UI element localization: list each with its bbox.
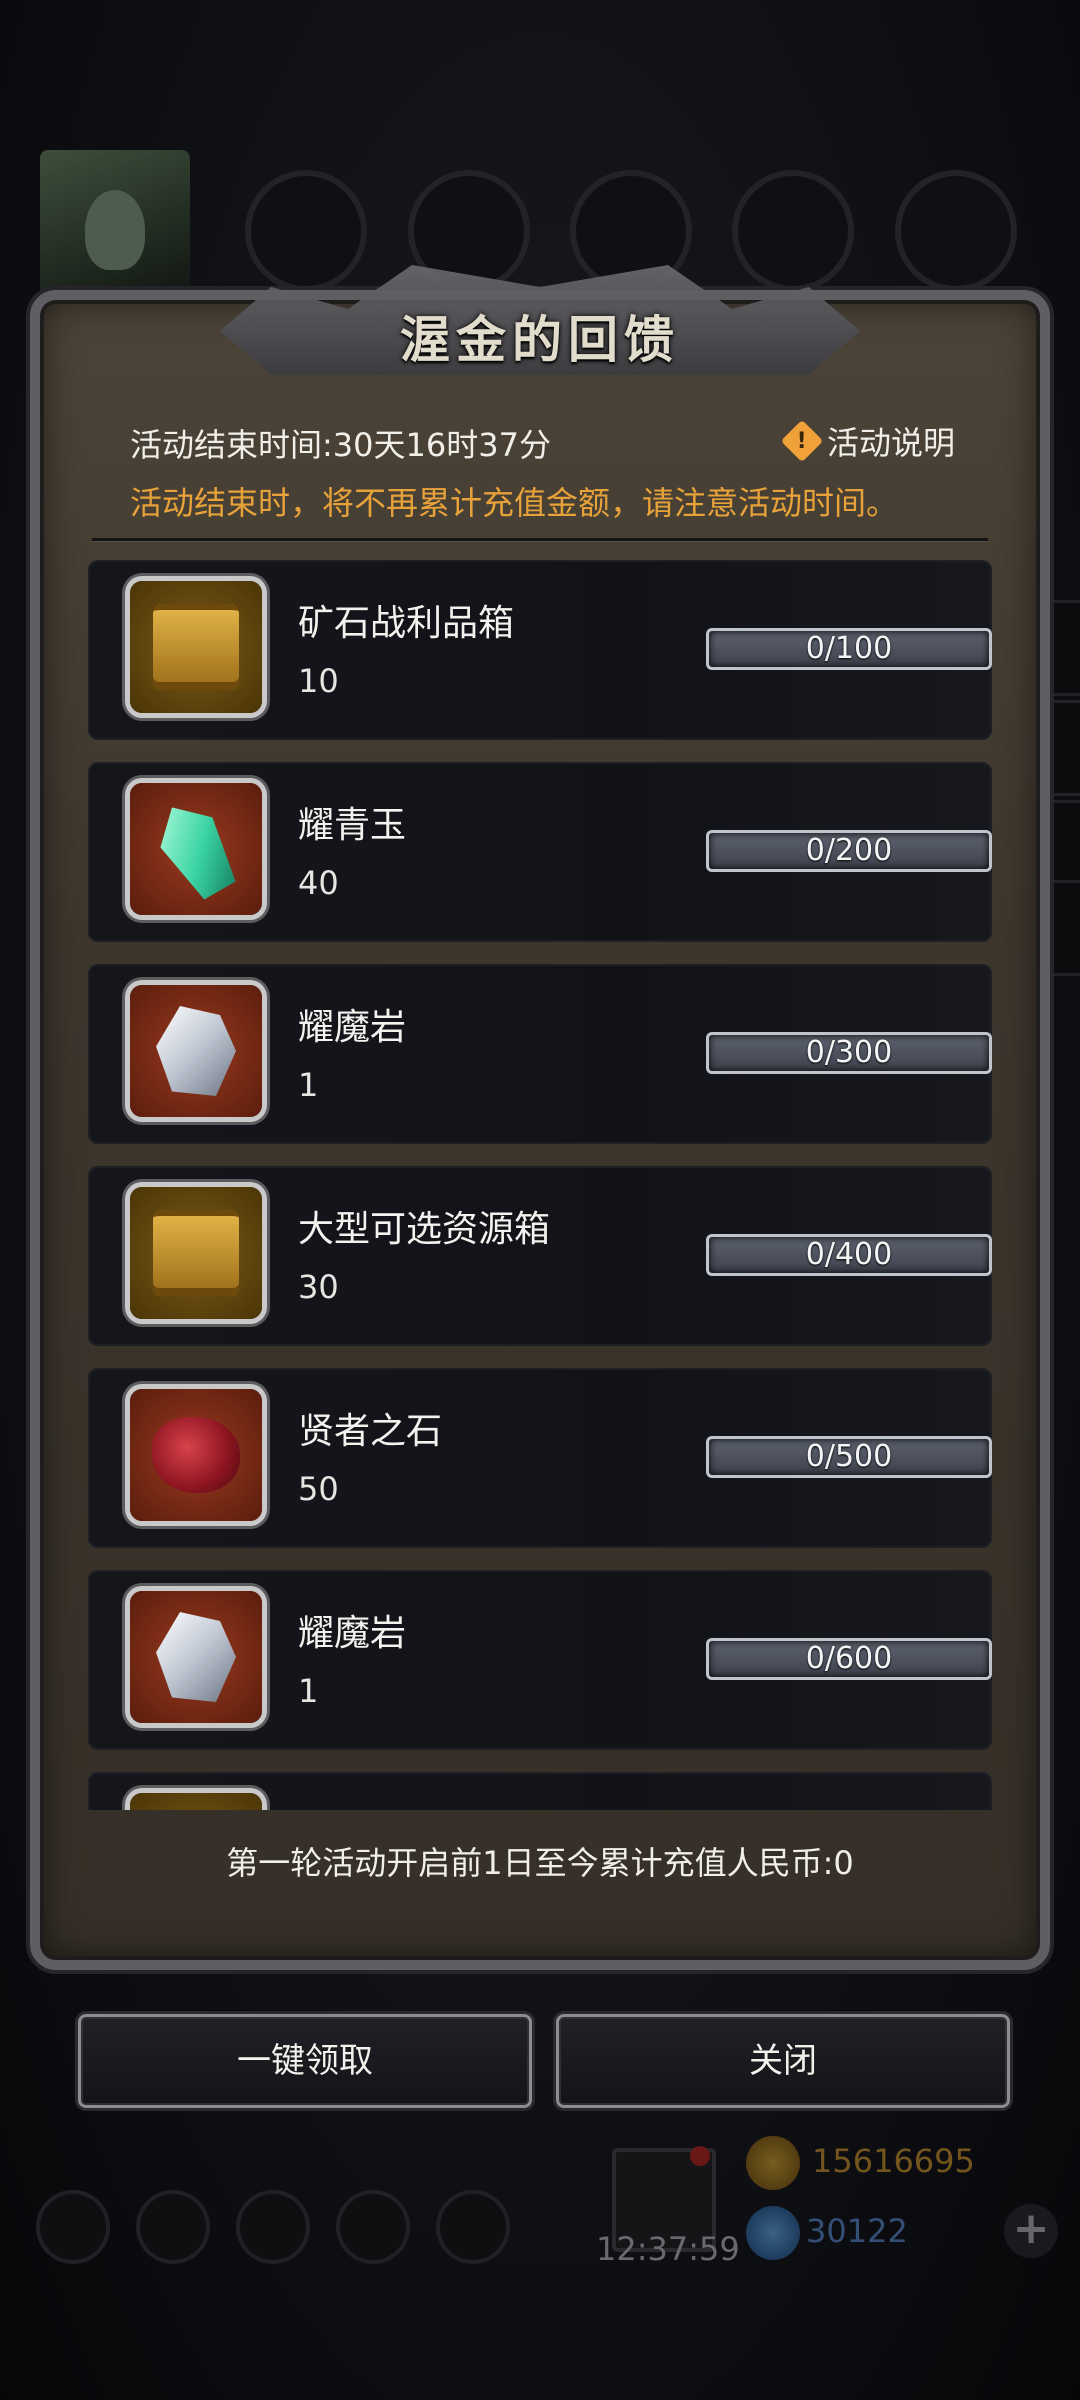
- progress-text: 0/600: [805, 1641, 893, 1676]
- progress-text: 0/400: [805, 1237, 893, 1272]
- recharge-summary: 第一轮活动开启前1日至今累计充值人民币:0: [226, 1844, 854, 1882]
- list-item: 耀魔岩 1 0/300: [88, 964, 992, 1144]
- progress-text: 0/200: [805, 833, 893, 868]
- item-name: 耀魔岩: [298, 1613, 407, 1654]
- progress-text: 0/100: [805, 631, 893, 666]
- jade-crystal-icon[interactable]: [130, 783, 262, 915]
- magic-rock-icon[interactable]: [130, 1591, 262, 1723]
- dialog-title: 渥金的回馈: [400, 310, 680, 369]
- item-name: 贤者之石: [298, 1411, 443, 1452]
- reward-list[interactable]: 矿石战利品箱 10 0/100 耀青玉 40 0/200 耀魔岩 1 0/300…: [88, 560, 992, 1810]
- item-count: 10: [298, 662, 339, 700]
- claim-all-button[interactable]: 一键领取: [78, 2014, 532, 2108]
- chest-icon[interactable]: [130, 1187, 262, 1319]
- notification-dot: [690, 2146, 710, 2166]
- item-name: 矿石战利品箱: [298, 603, 515, 644]
- mail-icon[interactable]: [336, 2190, 410, 2264]
- list-item: 耀青玉 40 0/200: [88, 762, 992, 942]
- list-item: [88, 1772, 992, 1810]
- progress-text: 0/300: [805, 1035, 893, 1070]
- item-count: 50: [298, 1470, 339, 1508]
- magic-rock-icon[interactable]: [130, 985, 262, 1117]
- warning-icon: !: [780, 419, 824, 463]
- list-item: 贤者之石 50 0/500: [88, 1368, 992, 1548]
- event-warning: 活动结束时，将不再累计充值金额，请注意活动时间。: [130, 484, 899, 522]
- item-name: 耀青玉: [298, 805, 407, 846]
- progress-bar: 0/600: [706, 1638, 992, 1680]
- progress-bar: 0/500: [706, 1436, 992, 1478]
- gem-amount: 30122: [806, 2212, 908, 2250]
- progress-bar: 0/300: [706, 1032, 992, 1074]
- steel-resource-icon[interactable]: [895, 170, 1017, 292]
- wood-resource-icon[interactable]: [245, 170, 367, 292]
- progress-bar: 0/200: [706, 830, 992, 872]
- item-count: 30: [298, 1268, 339, 1306]
- list-item: 大型可选资源箱 30 0/400: [88, 1166, 992, 1346]
- star-icon[interactable]: [136, 2190, 210, 2264]
- item-name: 大型可选资源箱: [298, 1209, 551, 1250]
- game-screen: 169840 16882 450783 12:37:59 15616695 30…: [0, 0, 1080, 2400]
- add-currency-button[interactable]: +: [1004, 2204, 1058, 2258]
- progress-bar: 0/100: [706, 628, 992, 670]
- player-avatar[interactable]: [40, 150, 190, 310]
- progress-text: 0/500: [805, 1439, 893, 1474]
- list-item: 耀魔岩 1 0/600: [88, 1570, 992, 1750]
- reward-dialog: 渥金的回馈 活动结束时间:30天16时37分 ! 活动说明 活动结束时，将不再累…: [30, 265, 1050, 1970]
- close-button[interactable]: 关闭: [556, 2014, 1010, 2108]
- divider: [92, 538, 988, 541]
- event-info-button[interactable]: ! 活动说明: [780, 418, 955, 464]
- gem-icon: [746, 2206, 800, 2260]
- item-count: 40: [298, 864, 339, 902]
- chest-icon[interactable]: [130, 1793, 262, 1810]
- settings-icon[interactable]: [36, 2190, 110, 2264]
- guild-icon[interactable]: [436, 2190, 510, 2264]
- crystal-resource-icon[interactable]: [732, 170, 854, 292]
- chest-icon[interactable]: [130, 581, 262, 713]
- item-name: 耀魔岩: [298, 1007, 407, 1048]
- item-count: 1: [298, 1672, 319, 1710]
- gold-coin-icon: [746, 2136, 800, 2190]
- item-count: 1: [298, 1066, 319, 1104]
- sage-stone-icon[interactable]: [130, 1389, 262, 1521]
- clock: 12:37:59: [596, 2230, 740, 2268]
- list-item: 矿石战利品箱 10 0/100: [88, 560, 992, 740]
- event-end-time: 活动结束时间:30天16时37分: [130, 426, 551, 464]
- event-info-label: 活动说明: [826, 424, 955, 462]
- gold-amount: 15616695: [812, 2142, 975, 2180]
- progress-bar: 0/400: [706, 1234, 992, 1276]
- map-icon[interactable]: [236, 2190, 310, 2264]
